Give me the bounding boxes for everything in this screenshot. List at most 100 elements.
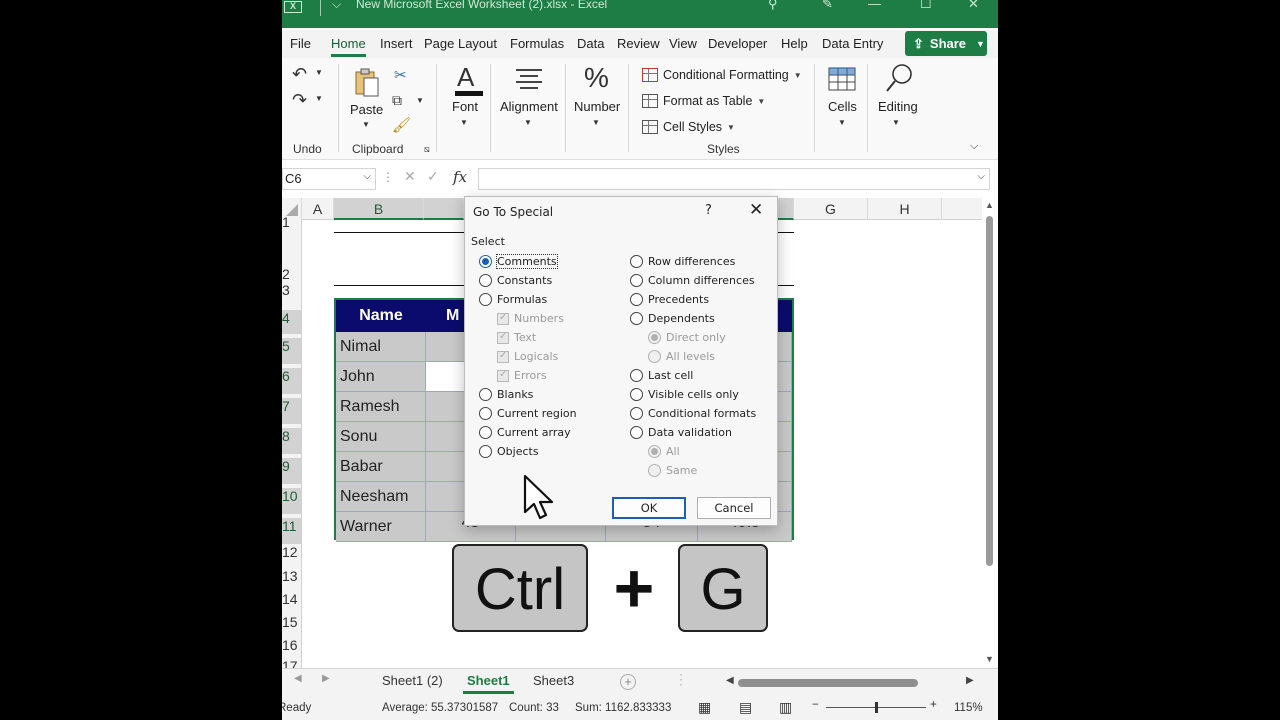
close-icon[interactable]: ✕ [749,200,763,220]
active-cell-c6[interactable] [426,362,466,392]
scroll-left-icon[interactable]: ◀ [726,675,734,686]
column-header-a[interactable]: A [302,198,334,220]
zoom-level[interactable]: 115% [954,702,983,714]
radio-icon[interactable] [648,464,661,477]
radio-icon[interactable] [630,388,643,401]
radio-icon[interactable] [630,293,643,306]
option-conditional-formats[interactable]: Conditional formats [630,407,756,420]
option-numbers[interactable]: Numbers [497,312,564,325]
row-header-13[interactable]: 13 [282,568,302,584]
cells-dropdown-icon[interactable]: ▼ [838,118,846,127]
cancel-button[interactable]: Cancel [697,497,771,519]
percent-icon[interactable]: % [584,62,609,94]
radio-icon[interactable] [630,407,643,420]
checkbox-icon[interactable] [497,312,509,325]
scroll-down-icon[interactable]: ▼ [985,654,994,664]
row-header-17[interactable]: 17 [282,658,302,668]
option-precedents[interactable]: Precedents [630,293,709,306]
tab-data[interactable]: Data [577,36,604,51]
option-logicals[interactable]: Logicals [497,350,558,363]
row-header-16[interactable]: 16 [282,637,302,653]
row-header-7[interactable]: 7 [282,398,302,424]
page-break-view-icon[interactable]: ▥ [779,699,792,716]
vertical-scroll-thumb[interactable] [986,216,993,566]
cells-icon[interactable] [828,64,856,94]
radio-icon[interactable] [479,445,492,458]
option-constants[interactable]: Constants [479,274,552,287]
sheet-next-icon[interactable]: ▶ [322,673,330,684]
paste-icon[interactable] [353,68,381,98]
alignment-icon[interactable] [514,66,544,92]
tab-split-icon[interactable]: ⋮ [674,671,688,688]
option-visible-cells-only[interactable]: Visible cells only [630,388,739,401]
insert-function-button[interactable]: fx [453,168,467,186]
copy-icon[interactable]: ⧉ [392,92,402,109]
table-row-name[interactable]: Babar [336,452,426,482]
format-painter-icon[interactable]: 🖌 [392,116,411,134]
redo-dropdown-icon[interactable]: ▼ [315,94,323,103]
column-header-f[interactable] [778,198,794,220]
option-dependents[interactable]: Dependents [630,312,715,325]
row-header-11[interactable]: 11 [282,518,302,544]
tab-review[interactable]: Review [617,36,660,51]
checkbox-icon[interactable] [497,350,509,363]
table-row-name[interactable]: John [336,362,426,392]
option-all[interactable]: All [648,445,680,458]
table-header-name[interactable]: Name [336,300,426,332]
pen-icon[interactable]: ✎ [822,0,833,12]
radio-icon[interactable] [479,426,492,439]
conditional-formatting-button[interactable]: Conditional Formatting ▼ [642,68,802,82]
quick-access-dropdown-icon[interactable]: ⌵ [332,0,341,12]
number-label[interactable]: Number [574,99,620,114]
row-header-15[interactable]: 15 [282,614,302,630]
alignment-dropdown-icon[interactable]: ▼ [524,118,532,127]
paste-dropdown-icon[interactable]: ▼ [362,120,370,129]
status-average[interactable]: Average: 55.37301587 [382,702,498,714]
sheet-tab-sheet1[interactable]: Sheet1 [463,673,514,694]
column-header-g[interactable]: G [794,198,868,220]
undo-icon[interactable]: ↶ [292,64,307,85]
editing-label[interactable]: Editing [878,99,918,114]
radio-icon[interactable] [648,331,661,344]
copy-dropdown-icon[interactable]: ▼ [416,96,424,105]
confirm-entry-icon[interactable]: ✓ [427,168,439,185]
tab-developer[interactable]: Developer [708,36,767,51]
zoom-in-icon[interactable]: + [930,699,937,711]
option-row-differences[interactable]: Row differences [630,255,735,268]
alignment-label[interactable]: Alignment [500,99,558,114]
table-row-name[interactable]: Sonu [336,422,426,452]
sheet-tab-sheet3[interactable]: Sheet3 [533,673,574,688]
radio-icon[interactable] [479,255,492,268]
ribbon-collapse-icon[interactable]: ⌵ [970,140,978,153]
expand-formula-bar-icon[interactable]: ⌵ [977,171,985,182]
sheet-tab-sheet1-2[interactable]: Sheet1 (2) [382,673,443,688]
row-header-8[interactable]: 8 [282,428,302,454]
font-dropdown-icon[interactable]: ▼ [460,118,468,127]
radio-icon[interactable] [648,350,661,363]
table-row-name[interactable]: Ramesh [336,392,426,422]
option-data-validation[interactable]: Data validation [630,426,732,439]
chevron-down-icon[interactable]: ⌵ [363,171,371,182]
search-icon[interactable]: ⚲ [768,0,778,12]
option-last-cell[interactable]: Last cell [630,369,693,382]
option-text[interactable]: Text [497,331,536,344]
option-current-region[interactable]: Current region [479,407,577,420]
paste-label[interactable]: Paste [350,102,383,117]
zoom-out-icon[interactable]: − [812,699,819,711]
row-header-9[interactable]: 9 [282,458,302,484]
editing-search-icon[interactable] [884,62,914,96]
undo-dropdown-icon[interactable]: ▼ [315,68,323,77]
radio-icon[interactable] [630,274,643,287]
vertical-scrollbar[interactable]: ▲ ▼ [982,198,998,668]
radio-icon[interactable] [630,255,643,268]
column-header-c[interactable] [424,198,464,220]
font-icon[interactable]: A [452,62,486,96]
status-count[interactable]: Count: 33 [509,702,559,714]
tab-file[interactable]: File [290,36,311,51]
cut-icon[interactable]: ✂ [394,66,407,84]
row-header-5[interactable]: 5 [282,338,302,364]
help-icon[interactable]: ? [705,203,712,218]
radio-icon[interactable] [479,293,492,306]
column-header-h[interactable]: H [868,198,942,220]
option-all-levels[interactable]: All levels [648,350,715,363]
